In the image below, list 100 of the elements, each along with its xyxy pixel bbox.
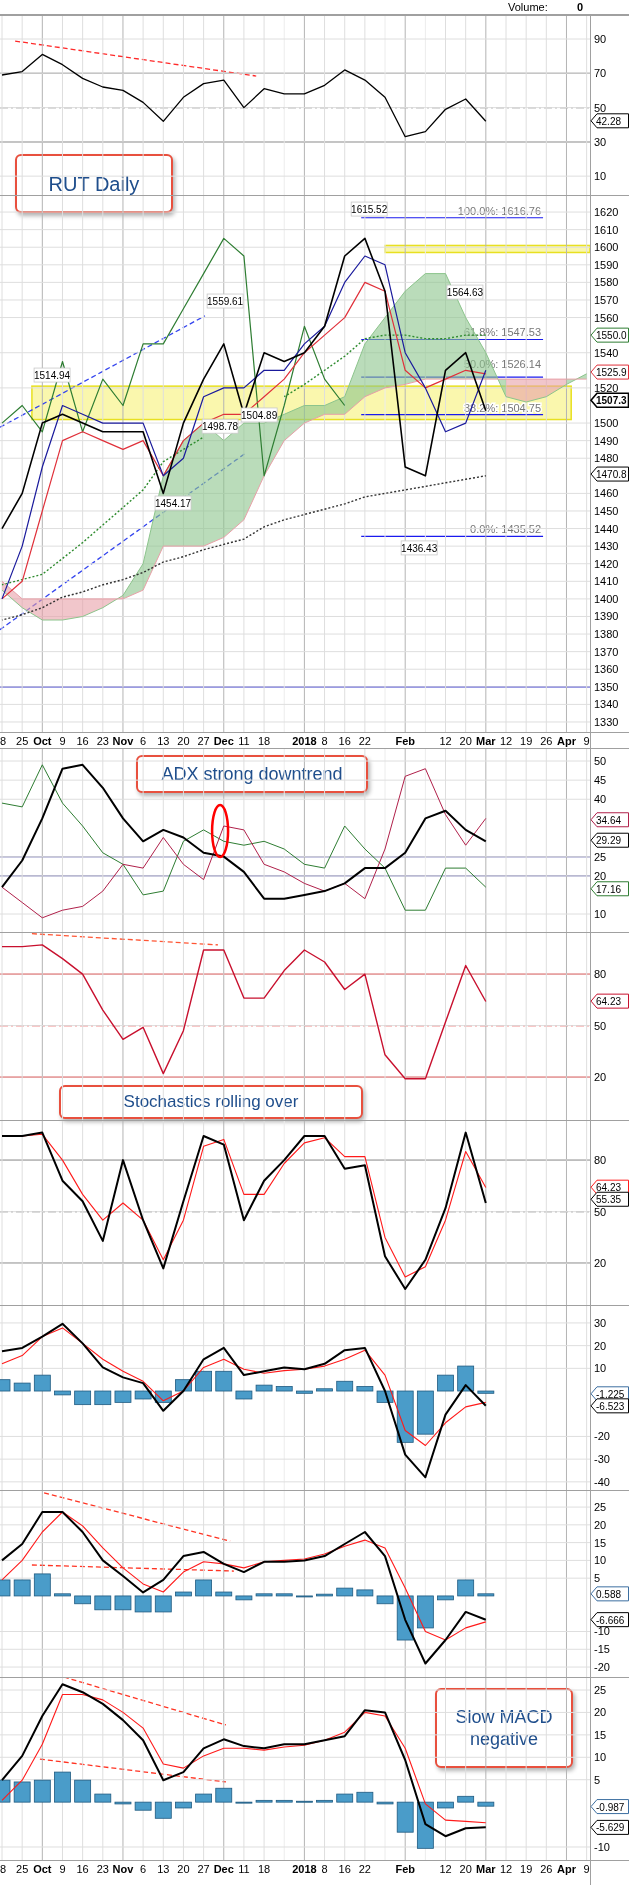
price-label: 1615.52 [350, 201, 388, 217]
date-label: 20 [459, 735, 472, 747]
date-label: 27 [197, 735, 210, 747]
axis-label: 1560 [594, 311, 619, 324]
value-tag: 64.23 [590, 993, 629, 1009]
axis-label: 25 [594, 1684, 607, 1696]
histogram-bar [356, 1386, 374, 1392]
volume-label: Volume: [508, 0, 548, 14]
value-tag: 1550.0 [590, 327, 629, 343]
histogram-bar [33, 1573, 51, 1597]
value-tag: 1507.3 [589, 392, 629, 408]
axis-label: 1540 [594, 346, 619, 359]
histogram-bar [0, 1379, 11, 1392]
histogram-bar [114, 1801, 132, 1805]
histogram-bar [175, 1591, 192, 1597]
histogram-bar [154, 1595, 172, 1613]
axis-label: 40 [594, 793, 607, 806]
histogram-bar [0, 1579, 11, 1597]
histogram-bar [195, 1370, 212, 1392]
histogram-bar [0, 1779, 11, 1803]
histogram-bar [336, 1380, 354, 1392]
axis-label: 25 [594, 850, 607, 863]
date-label: 27 [197, 1863, 210, 1875]
histogram-bar [54, 1771, 71, 1803]
axis-label: 80 [594, 968, 607, 981]
histogram-bar [195, 1793, 212, 1803]
histogram-bar [74, 1779, 92, 1803]
axis-label: 10 [594, 1362, 607, 1375]
date-label: 8 [321, 735, 328, 747]
price-label: 1504.89 [240, 407, 278, 423]
axis-label: -10 [594, 1841, 610, 1853]
date-label: 9 [59, 1863, 66, 1875]
histogram-bar [376, 1801, 394, 1805]
histogram-bar [74, 1595, 92, 1605]
axis-label: -40 [594, 1475, 610, 1488]
axis-label: 20 [594, 1339, 607, 1352]
axis-label: 45 [594, 774, 607, 787]
histogram-bar [54, 1593, 71, 1597]
histogram-bar [316, 1593, 333, 1597]
axis-label: 1490 [594, 434, 619, 447]
axis-label: 50 [594, 1019, 607, 1032]
histogram-bar [336, 1793, 354, 1803]
axis-label: 1330 [594, 716, 619, 728]
date-label: Dec [213, 1863, 234, 1875]
histogram-bar [376, 1595, 394, 1605]
date-label: Oct [33, 1863, 52, 1875]
price-label: 1498.78 [201, 418, 239, 434]
histogram-bar [154, 1390, 172, 1403]
date-label: Feb [395, 1863, 415, 1875]
histogram-bar [457, 1579, 475, 1597]
axis-label: 10 [594, 170, 607, 183]
axis-label: -10 [594, 1625, 610, 1638]
axis-label: 20 [594, 1518, 607, 1531]
axis-label: -20 [594, 1661, 610, 1674]
histogram-bar [356, 1791, 374, 1803]
date-label: Mar [476, 1863, 496, 1875]
axis-label: 90 [594, 33, 607, 45]
date-label: 16 [76, 735, 89, 747]
date-label: 18 [257, 735, 271, 747]
axis-label: 1500 [594, 417, 619, 430]
histogram-bar [396, 1801, 414, 1833]
histogram-bar [13, 1382, 31, 1392]
histogram-bar [154, 1801, 172, 1819]
histogram-bar [235, 1801, 253, 1804]
axis-label: 1460 [594, 487, 619, 500]
histogram-bar [134, 1595, 152, 1613]
histogram-bar [437, 1595, 454, 1601]
callout-note: RUT Daily [15, 154, 173, 213]
axis-label: 1610 [594, 223, 619, 236]
date-label: 6 [140, 735, 147, 747]
value-tag: -6.666 [590, 1612, 629, 1628]
axis-label: 50 [594, 101, 607, 114]
axis-label: 10 [594, 908, 607, 920]
histogram-bar [477, 1390, 495, 1394]
axis-label: 1430 [594, 540, 619, 553]
date-label: 23 [96, 735, 109, 747]
date-label: 12 [439, 735, 452, 747]
axis-label: 10 [594, 1751, 607, 1764]
price-label: 1514.94 [33, 367, 71, 383]
histogram-bar [376, 1390, 394, 1403]
histogram-bar [235, 1595, 253, 1601]
histogram-bar [316, 1388, 333, 1392]
value-tag: -5.629 [590, 1819, 629, 1835]
date-label: 19 [520, 1863, 533, 1875]
axis-label: 5 [594, 1773, 601, 1786]
axis-label: 50 [594, 755, 607, 767]
axis-label: 20 [594, 1706, 607, 1719]
date-label: Apr [557, 735, 576, 747]
date-label: 12 [499, 1863, 513, 1875]
date-label: 8 [0, 735, 7, 747]
date-label: 6 [140, 1863, 147, 1875]
histogram-bar [437, 1374, 454, 1392]
histogram-bar [134, 1801, 152, 1811]
histogram-bar [356, 1589, 374, 1597]
date-label: 8 [0, 1863, 7, 1875]
axis-label: 1620 [594, 206, 619, 219]
axis-label: 1360 [594, 663, 619, 676]
axis-label: 1450 [594, 505, 619, 517]
axis-label: 1570 [594, 293, 619, 306]
date-label: Nov [112, 1863, 134, 1875]
